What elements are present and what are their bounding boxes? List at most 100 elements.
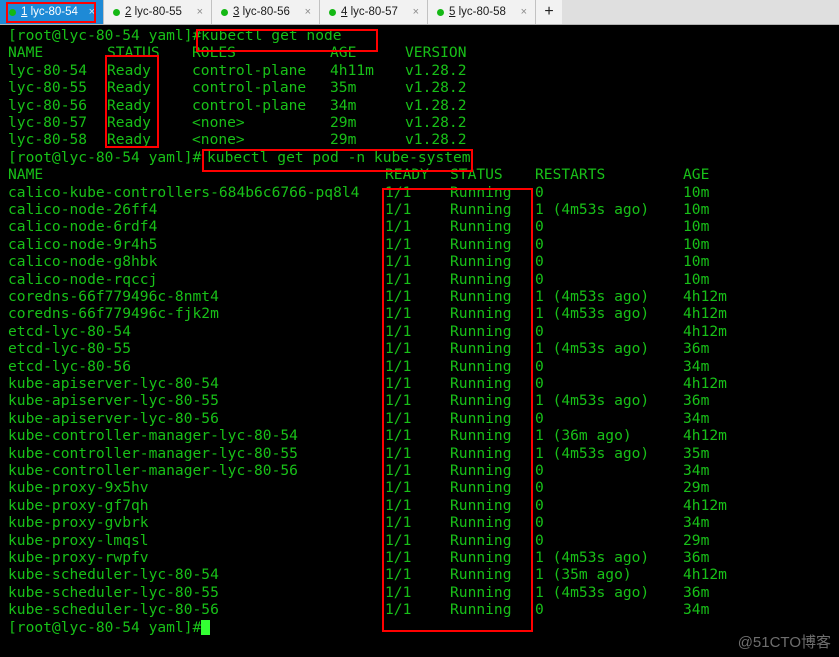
pod-row-cell: 36m (683, 549, 710, 566)
tab-label: 2 lyc-80-55 (125, 6, 188, 18)
pod-row-cell: 0 (535, 253, 544, 271)
node-row-cell: lyc-80-58 (8, 131, 88, 149)
pod-row-cell: Running (450, 583, 512, 601)
pod-row-cell: 1/1 (385, 479, 412, 497)
watermark: @51CTO博客 (737, 634, 831, 651)
pod-row-cell: 0 (535, 375, 544, 392)
pod-row-cell: kube-scheduler-lyc-80-56 (8, 601, 219, 619)
pod-row-cell: 10m (683, 218, 710, 236)
pod-row-cell: Running (450, 549, 512, 566)
pod-row-cell: 1/1 (385, 409, 412, 427)
pod-row-cell: 4h12m (683, 288, 727, 305)
pod-row-cell: 1/1 (385, 270, 412, 288)
pod-row-cell: Running (450, 270, 512, 288)
pod-row-cell: 34m (683, 514, 710, 532)
node-row-cell: 34m (330, 96, 357, 114)
tab-lyc-80-54[interactable]: 1 lyc-80-54 × (0, 0, 104, 24)
node-row-cell: lyc-80-54 (8, 61, 88, 79)
pod-row-cell: etcd-lyc-80-54 (8, 322, 132, 340)
pod-row-cell: 4h12m (683, 566, 727, 584)
node-row-cell: 29m (330, 131, 357, 149)
pod-row-cell: 1 (4m53s ago) (535, 444, 650, 462)
pod-row-cell: Running (450, 601, 512, 619)
pod-row-cell: 1/1 (385, 531, 412, 549)
pod-row-cell: 0 (535, 235, 544, 253)
tab-title: lyc-80-54 (30, 6, 78, 18)
pod-row-cell: coredns-66f779496c-8nmt4 (8, 288, 219, 305)
pod-row-cell: 36m (683, 340, 710, 358)
pod-row-cell: kube-apiserver-lyc-80-56 (8, 409, 219, 427)
tab-close-icon[interactable]: × (193, 6, 203, 18)
pod-row-cell: Running (450, 235, 512, 253)
node-row-cell: <none> (192, 114, 245, 131)
terminal-output-area[interactable]: [root@lyc-80-54 yaml]# kubectl get node NA… (0, 25, 839, 657)
pod-row-cell: 1/1 (385, 583, 412, 601)
tab-lyc-80-55[interactable]: 2 lyc-80-55 × (104, 0, 212, 24)
pod-row-cell: 0 (535, 218, 544, 236)
pod-row-cell: 10m (683, 201, 710, 218)
pod-row-cell: 1 (4m53s ago) (535, 392, 650, 410)
pod-row-cell: Running (450, 427, 512, 445)
node-table-header-version: VERSION (405, 44, 467, 62)
pod-row-cell: 1/1 (385, 496, 412, 514)
node-row-cell: v1.28.2 (405, 131, 467, 149)
tab-close-icon[interactable]: × (301, 6, 311, 18)
pod-row-cell: 1/1 (385, 288, 412, 305)
pod-table-header-restarts: RESTARTS (535, 166, 606, 184)
tab-lyc-80-58[interactable]: 5 lyc-80-58 × (428, 0, 536, 24)
tab-close-icon[interactable]: × (517, 6, 527, 18)
node-row-cell: Ready (107, 79, 151, 97)
node-row-cell: 35m (330, 79, 357, 97)
pod-row-cell: kube-proxy-rwpfv (8, 549, 149, 566)
pod-row-cell: 4h12m (683, 375, 727, 392)
tab-close-icon[interactable]: × (85, 6, 95, 18)
pod-row-cell: 0 (535, 479, 544, 497)
pod-row-cell: 34m (683, 601, 710, 619)
pod-row-cell: Running (450, 462, 512, 479)
pod-table-header-ready: READY (385, 166, 429, 184)
pod-row-cell: 34m (683, 357, 710, 375)
pod-row-cell: 1/1 (385, 566, 412, 584)
pod-row-cell: kube-scheduler-lyc-80-55 (8, 583, 219, 601)
pod-row-cell: 1/1 (385, 462, 412, 479)
tab-lyc-80-56[interactable]: 3 lyc-80-56 × (212, 0, 320, 24)
node-row-cell: <none> (192, 131, 245, 149)
pod-row-cell: etcd-lyc-80-55 (8, 340, 132, 358)
tab-close-icon[interactable]: × (409, 6, 419, 18)
node-row-cell: Ready (107, 131, 151, 149)
pod-row-cell: calico-node-26ff4 (8, 201, 158, 218)
node-row-cell: v1.28.2 (405, 61, 467, 79)
pod-row-cell: Running (450, 496, 512, 514)
pod-row-cell: 1/1 (385, 514, 412, 532)
green-dot-icon (113, 8, 120, 16)
pod-row-cell: 1/1 (385, 427, 412, 445)
pod-row-cell: kube-proxy-lmqsl (8, 531, 149, 549)
tab-label: 5 lyc-80-58 (449, 6, 512, 18)
pod-row-cell: kube-controller-manager-lyc-80-55 (8, 444, 298, 462)
pod-row-cell: Running (450, 340, 512, 358)
pod-row-cell: kube-controller-manager-lyc-80-54 (8, 427, 298, 445)
terminal-window: 1 lyc-80-54 × 2 lyc-80-55 × 3 lyc-80-56 × 4 ly… (0, 0, 839, 657)
command-line-get-node: kubectl get node (201, 27, 342, 44)
pod-row-cell: 1 (4m53s ago) (535, 288, 650, 305)
pod-row-cell: coredns-66f779496c-fjk2m (8, 305, 219, 323)
node-row-cell: 4h11m (330, 61, 374, 79)
tab-bar: 1 lyc-80-54 × 2 lyc-80-55 × 3 lyc-80-56 × 4 ly… (0, 0, 839, 25)
tab-title: lyc-80-55 (134, 6, 182, 18)
node-row-cell: 29m (330, 114, 357, 131)
tab-label: 1 lyc-80-54 (21, 6, 80, 18)
pod-row-cell: kube-proxy-gf7qh (8, 496, 149, 514)
pod-row-cell: 1 (4m53s ago) (535, 305, 650, 323)
pod-row-cell: calico-node-6rdf4 (8, 218, 158, 236)
tab-title: lyc-80-58 (458, 6, 506, 18)
add-tab-button[interactable]: + (536, 0, 562, 24)
pod-row-cell: Running (450, 183, 512, 201)
pod-row-cell: 1 (4m53s ago) (535, 340, 650, 358)
green-dot-icon (221, 8, 228, 16)
tab-lyc-80-57[interactable]: 4 lyc-80-57 × (320, 0, 428, 24)
green-dot-icon (9, 8, 16, 16)
pod-row-cell: 1 (36m ago) (535, 427, 632, 445)
pod-row-cell: 0 (535, 322, 544, 340)
pod-row-cell: calico-node-g8hbk (8, 253, 158, 271)
node-row-cell: Ready (107, 96, 151, 114)
